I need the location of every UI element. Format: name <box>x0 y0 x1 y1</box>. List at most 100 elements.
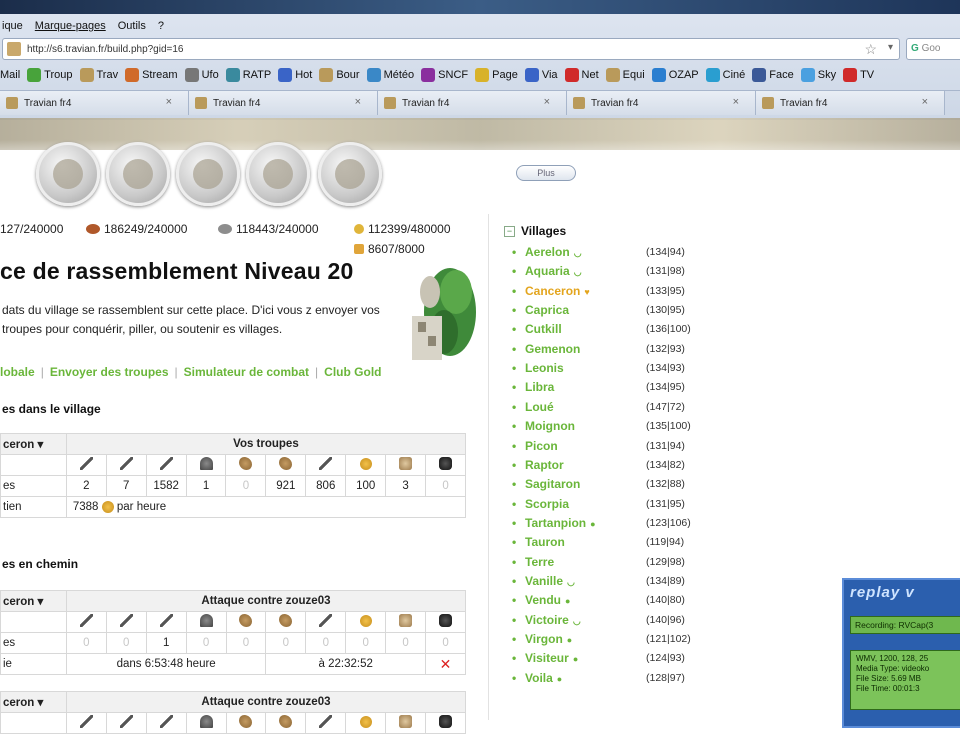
village-name[interactable]: Scorpia <box>525 497 569 511</box>
bookmark-tv[interactable]: TV <box>843 68 874 82</box>
village-name[interactable]: Terre <box>525 555 554 569</box>
menu-item-tools[interactable]: Outils <box>118 20 146 32</box>
village-name[interactable]: Canceron ♥ <box>525 284 590 298</box>
bookmark-equi[interactable]: Equi <box>605 68 645 82</box>
village-item[interactable]: • Aquaria ◡ (131|98) <box>512 264 712 283</box>
village-name[interactable]: Caprica <box>525 303 569 317</box>
bookmark-météo[interactable]: Météo <box>366 68 414 82</box>
village-item[interactable]: • Vendu ● (140|80) <box>512 593 712 612</box>
nav-village-center-icon[interactable] <box>106 142 170 206</box>
bookmark-bour[interactable]: Bour <box>319 68 360 82</box>
bookmark-page[interactable]: Page <box>475 68 518 82</box>
browser-tab[interactable]: Travian fr4 × <box>567 91 756 115</box>
bookmark-ciné[interactable]: Ciné <box>705 68 745 82</box>
village-name[interactable]: Tartanpion ● <box>525 516 596 530</box>
village-item[interactable]: • Sagitaron (132|88) <box>512 477 712 496</box>
bookmark-star-icon[interactable]: ☆ <box>864 41 877 58</box>
village-name[interactable]: Aquaria ◡ <box>525 264 582 278</box>
village-item[interactable]: • Visiteur ● (124|93) <box>512 651 712 670</box>
nav-map-icon[interactable] <box>176 142 240 206</box>
village-item[interactable]: • Virgon ● (121|102) <box>512 632 712 651</box>
url-dropdown-icon[interactable]: ▾ <box>888 42 893 53</box>
village-item[interactable]: • Libra (134|95) <box>512 380 712 399</box>
bookmark-ufo[interactable]: Ufo <box>184 68 219 82</box>
village-selector[interactable]: ceron ▾ <box>0 433 67 455</box>
village-name[interactable]: Vanille ◡ <box>525 574 575 588</box>
link-combat-simulator[interactable]: Simulateur de combat <box>184 365 309 379</box>
village-name[interactable]: Sagitaron <box>525 477 580 491</box>
link-overview[interactable]: lobale <box>0 365 35 379</box>
village-name[interactable]: Raptor <box>525 458 564 472</box>
collapse-icon[interactable]: − <box>504 225 515 237</box>
village-item[interactable]: • Tauron (119|94) <box>512 535 712 554</box>
search-input[interactable]: G Goo <box>906 38 960 60</box>
village-name[interactable]: Virgon ● <box>525 632 572 646</box>
village-name[interactable]: Loué <box>525 400 554 414</box>
village-name[interactable]: Vendu ● <box>525 593 570 607</box>
village-item[interactable]: • Canceron ♥ (133|95) <box>512 284 712 303</box>
nav-statistics-icon[interactable] <box>246 142 310 206</box>
village-item[interactable]: • Leonis (134|93) <box>512 361 712 380</box>
browser-tab[interactable]: Travian fr4 × <box>0 91 189 115</box>
link-send-troops[interactable]: Envoyer des troupes <box>50 365 169 379</box>
village-item[interactable]: • Vanille ◡ (134|89) <box>512 574 712 593</box>
bookmark-mail[interactable]: Mail <box>0 69 20 81</box>
village-selector[interactable]: ceron ▾ <box>0 691 67 713</box>
nav-village-overview-icon[interactable] <box>36 142 100 206</box>
bookmark-face[interactable]: Face <box>752 68 794 82</box>
bookmark-sncf[interactable]: SNCF <box>421 68 468 82</box>
village-item[interactable]: • Cutkill (136|100) <box>512 322 712 341</box>
close-tab-icon[interactable]: × <box>922 96 928 108</box>
village-item[interactable]: • Victoire ◡ (140|96) <box>512 613 712 632</box>
village-name[interactable]: Gemenon <box>525 342 580 356</box>
bookmark-sky[interactable]: Sky <box>800 68 836 82</box>
close-tab-icon[interactable]: × <box>166 96 172 108</box>
village-item[interactable]: • Raptor (134|82) <box>512 458 712 477</box>
village-item[interactable]: • Tartanpion ● (123|106) <box>512 516 712 535</box>
close-tab-icon[interactable]: × <box>733 96 739 108</box>
plus-button[interactable]: Plus <box>516 165 576 181</box>
attack-header[interactable]: Attaque contre zouze03 <box>65 590 467 612</box>
link-gold-club[interactable]: Club Gold <box>324 365 381 379</box>
village-item[interactable]: • Picon (131|94) <box>512 439 712 458</box>
url-bar[interactable]: http://s6.travian.fr/build.php?gid=16 ☆ … <box>2 38 900 60</box>
close-tab-icon[interactable]: × <box>355 96 361 108</box>
village-item[interactable]: • Aerelon ◡ (134|94) <box>512 245 712 264</box>
bookmark-trav[interactable]: Trav <box>79 68 118 82</box>
attack-header[interactable]: Attaque contre zouze03 <box>65 691 467 713</box>
bookmark-hot[interactable]: Hot <box>278 68 312 82</box>
browser-tab[interactable]: Travian fr4 × <box>189 91 378 115</box>
cancel-icon[interactable]: ✕ <box>425 653 466 675</box>
browser-tab[interactable]: Travian fr4 × <box>378 91 567 115</box>
village-selector[interactable]: ceron ▾ <box>0 590 67 612</box>
village-name[interactable]: Aerelon ◡ <box>525 245 582 259</box>
url-text[interactable]: http://s6.travian.fr/build.php?gid=16 <box>27 44 184 55</box>
village-name[interactable]: Leonis <box>525 361 564 375</box>
village-name[interactable]: Victoire ◡ <box>525 613 581 627</box>
village-item[interactable]: • Loué (147|72) <box>512 400 712 419</box>
village-name[interactable]: Picon <box>525 439 558 453</box>
village-item[interactable]: • Gemenon (132|93) <box>512 342 712 361</box>
menu-item-history[interactable]: ique <box>2 20 23 32</box>
village-item[interactable]: • Scorpia (131|95) <box>512 497 712 516</box>
village-name[interactable]: Libra <box>525 380 554 394</box>
nav-reports-icon[interactable] <box>318 142 382 206</box>
menu-item-bookmarks[interactable]: Marque-pages <box>35 20 106 32</box>
bookmark-troup[interactable]: Troup <box>27 68 73 82</box>
village-name[interactable]: Moignon <box>525 419 575 433</box>
bookmark-stream[interactable]: Stream <box>125 68 178 82</box>
village-name[interactable]: Tauron <box>525 535 565 549</box>
village-item[interactable]: • Terre (129|98) <box>512 555 712 574</box>
bookmark-ozap[interactable]: OZAP <box>651 68 699 82</box>
village-item[interactable]: • Caprica (130|95) <box>512 303 712 322</box>
bookmark-net[interactable]: Net <box>564 68 599 82</box>
village-item[interactable]: • Voila ● (128|97) <box>512 671 712 690</box>
village-item[interactable]: • Moignon (135|100) <box>512 419 712 438</box>
village-name[interactable]: Cutkill <box>525 322 562 336</box>
bookmark-via[interactable]: Via <box>524 68 558 82</box>
village-name[interactable]: Voila ● <box>525 671 562 685</box>
bookmark-ratp[interactable]: RATP <box>225 68 271 82</box>
menu-item-help[interactable]: ? <box>158 20 164 32</box>
village-name[interactable]: Visiteur ● <box>525 651 578 665</box>
close-tab-icon[interactable]: × <box>544 96 550 108</box>
